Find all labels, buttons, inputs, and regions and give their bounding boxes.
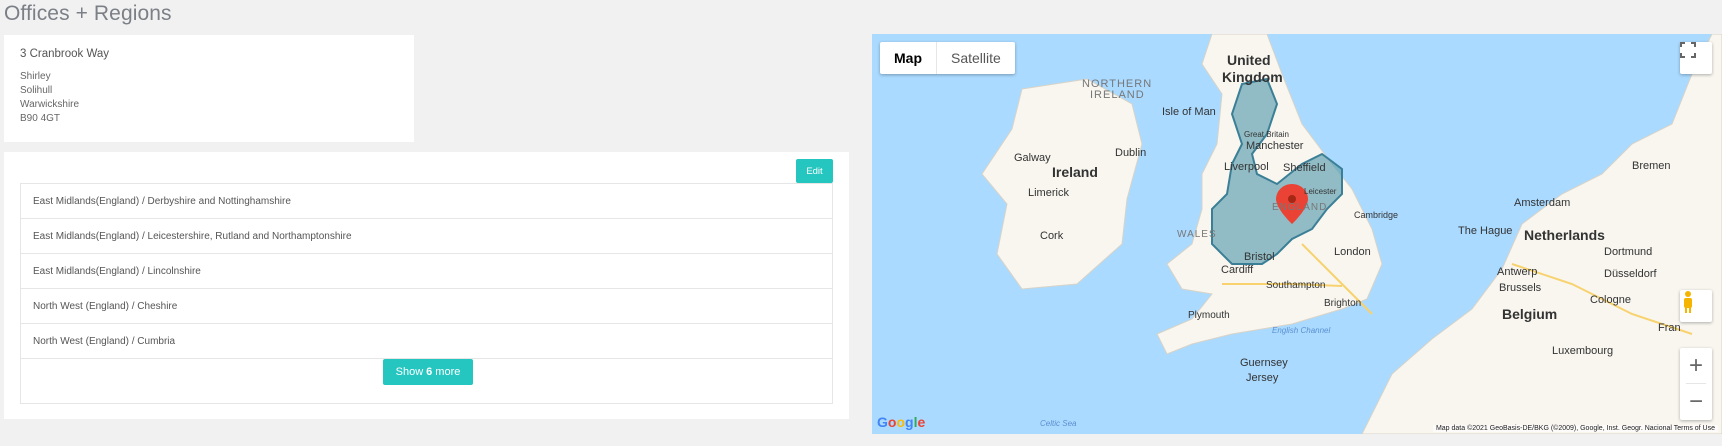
map-label-cambridge: Cambridge <box>1354 210 1399 220</box>
map-label-uk: United <box>1227 52 1271 68</box>
map-label-brighton: Brighton <box>1324 298 1362 309</box>
map[interactable]: Map Satellite + − United Kingdom NORTHER… <box>872 34 1722 434</box>
map-label-antwerp: Antwerp <box>1497 266 1538 278</box>
map-label-netherlands: Netherlands <box>1524 227 1605 243</box>
map-label-dortmund: Dortmund <box>1604 246 1653 258</box>
zoom-in-icon[interactable]: + <box>1680 348 1712 383</box>
list-item: East Midlands(England) / Leicestershire,… <box>21 219 832 254</box>
office-name: 3 Cranbrook Way <box>20 48 110 60</box>
google-logo: Google <box>877 414 926 430</box>
map-attribution: Map data ©2021 GeoBasis-DE/BKG (©2009), … <box>1432 425 1718 432</box>
map-label-ireland-region: IRELAND <box>1090 89 1145 101</box>
map-label-cardiff: Cardiff <box>1221 264 1254 276</box>
map-label-isle-of-man: Isle of Man <box>1162 106 1216 118</box>
list-item: North West (England) / Cheshire <box>21 289 832 324</box>
map-label-the-hague: The Hague <box>1458 225 1513 237</box>
show-more-count: 6 <box>426 366 433 378</box>
list-item: East Midlands(England) / Lincolnshire <box>21 254 832 289</box>
satellite-view-button[interactable]: Satellite <box>937 42 1015 74</box>
zoom-control: + − <box>1680 348 1712 420</box>
address-line: Warwickshire <box>20 99 80 110</box>
map-label-southampton: Southampton <box>1266 280 1326 291</box>
regions-list: East Midlands(England) / Derbyshire and … <box>20 183 833 404</box>
map-label-fran: Fran <box>1658 322 1681 334</box>
office-address-card: 3 Cranbrook Way Shirley Solihull Warwick… <box>4 35 414 142</box>
map-label-kingdom: Kingdom <box>1222 69 1283 85</box>
map-label-ireland: Ireland <box>1052 164 1098 180</box>
map-label-england: ENGLAND <box>1272 202 1328 213</box>
map-label-galway: Galway <box>1014 152 1051 164</box>
map-label-plymouth: Plymouth <box>1188 310 1230 321</box>
map-label-london: London <box>1334 246 1371 258</box>
show-more-prefix: Show <box>395 366 424 378</box>
map-label-liverpool: Liverpool <box>1224 161 1269 173</box>
map-label-wales: WALES <box>1177 229 1217 240</box>
map-view-button[interactable]: Map <box>880 42 937 74</box>
map-label-amsterdam: Amsterdam <box>1514 197 1571 209</box>
show-more-suffix: more <box>435 366 461 378</box>
map-label-dublin: Dublin <box>1115 147 1147 159</box>
regions-card: Edit East Midlands(England) / Derbyshire… <box>4 152 849 419</box>
map-label-sheffield: Sheffield <box>1283 162 1326 174</box>
edit-button[interactable]: Edit <box>796 159 833 183</box>
map-label-leicester: Leicester <box>1304 187 1337 196</box>
map-label-luxembourg: Luxembourg <box>1552 345 1614 357</box>
map-label-bristol: Bristol <box>1244 251 1275 263</box>
list-item: East Midlands(England) / Derbyshire and … <box>21 184 832 219</box>
map-label-cologne: Cologne <box>1590 294 1631 306</box>
address-line: Shirley <box>20 71 51 82</box>
map-label-cork: Cork <box>1040 230 1064 242</box>
map-label-jersey: Jersey <box>1246 372 1279 384</box>
map-type-control: Map Satellite <box>880 42 1015 74</box>
address-line: B90 4GT <box>20 113 61 124</box>
map-label-great-britain: Great Britain <box>1244 130 1289 139</box>
address-line: Solihull <box>20 85 53 96</box>
map-label-bremen: Bremen <box>1632 160 1671 172</box>
street-view-pegman-icon[interactable] <box>1680 290 1712 322</box>
map-label-celtic-sea: Celtic Sea <box>1040 419 1077 428</box>
page-title: Offices + Regions <box>4 2 172 25</box>
map-label-manchester: Manchester <box>1246 140 1304 152</box>
map-label-guernsey: Guernsey <box>1240 357 1288 369</box>
map-label-belgium: Belgium <box>1502 306 1558 322</box>
map-label-english-channel: English Channel <box>1272 326 1331 335</box>
map-label-limerick: Limerick <box>1028 187 1069 199</box>
show-more-button[interactable]: Show 6 more <box>383 359 473 385</box>
list-item: North West (England) / Cumbria <box>21 324 832 359</box>
fullscreen-icon[interactable] <box>1680 42 1712 74</box>
map-label-brussels: Brussels <box>1499 282 1542 294</box>
zoom-out-icon[interactable]: − <box>1680 384 1712 419</box>
map-label-dusseldorf: Düsseldorf <box>1604 268 1657 280</box>
